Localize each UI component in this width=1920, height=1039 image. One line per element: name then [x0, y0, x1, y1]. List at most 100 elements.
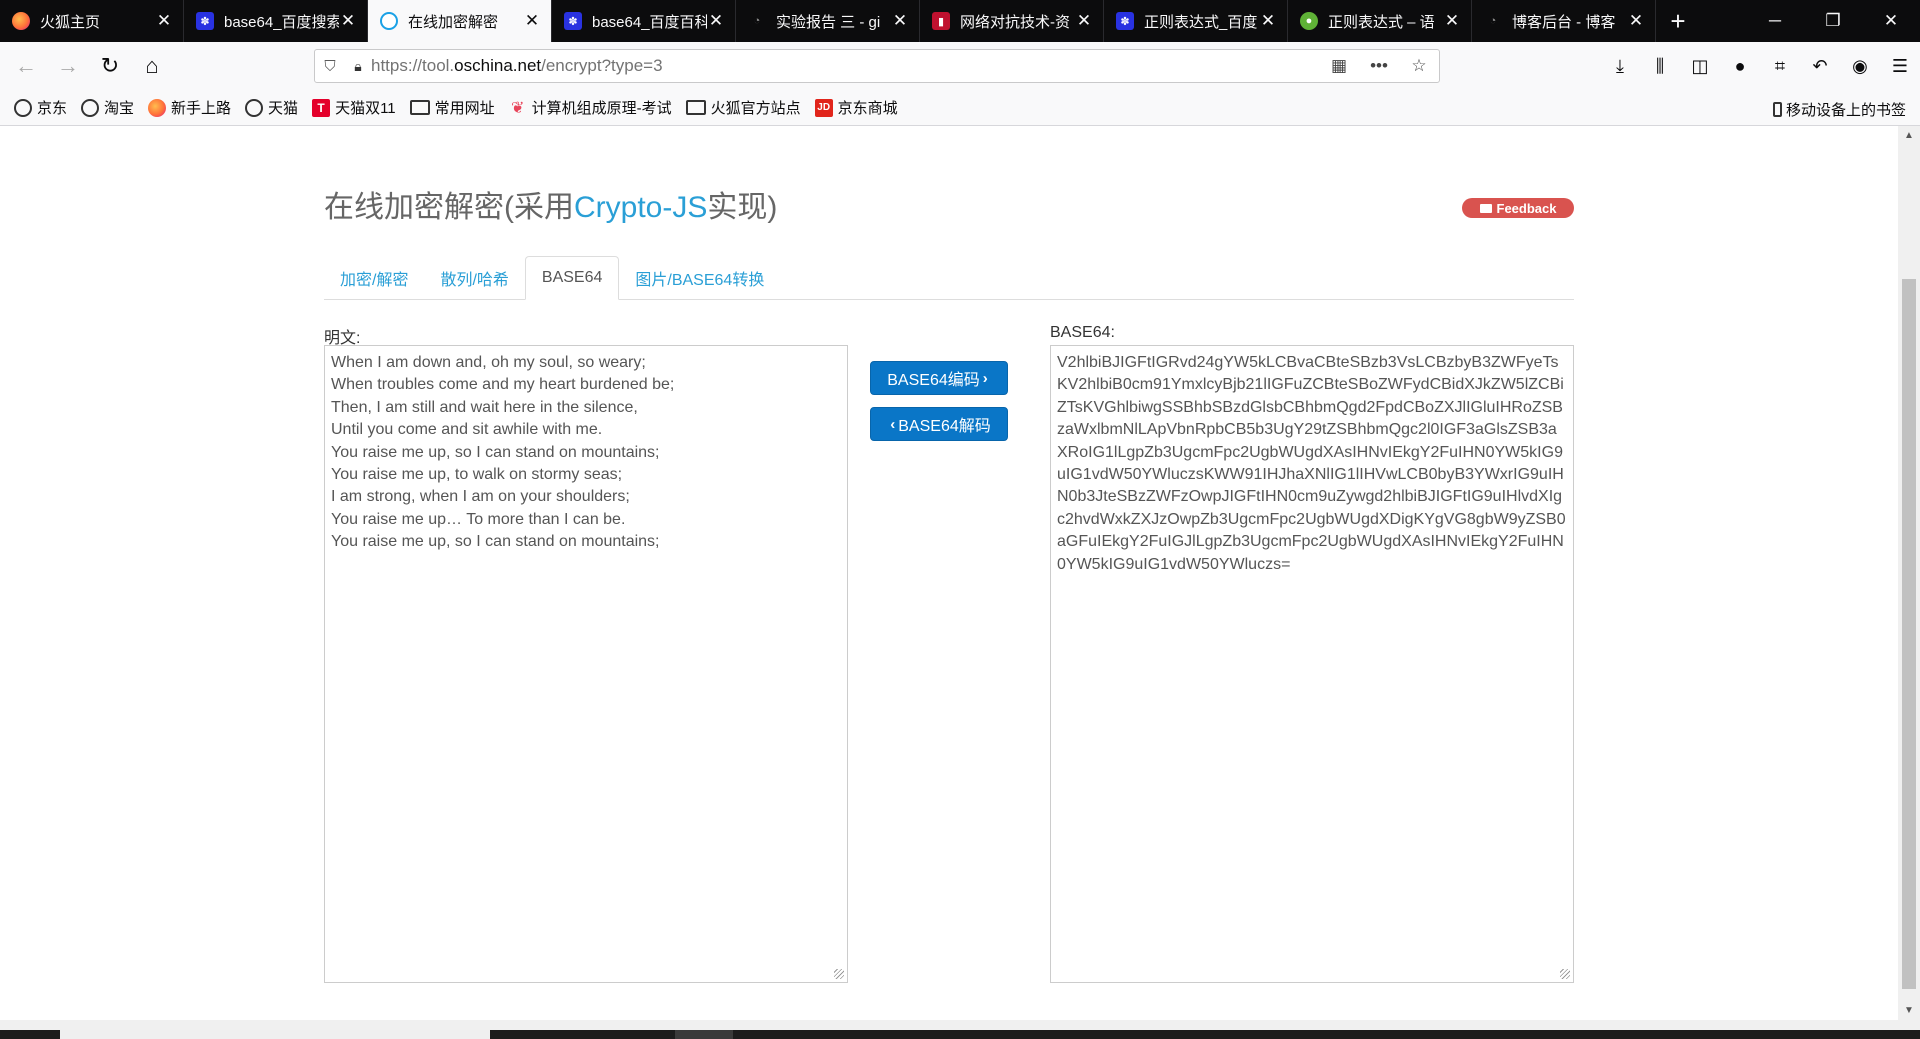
bookmarks-toolbar: 京东 淘宝 新手上路 天猫 T 天猫双11 常用网址 ❦ 计算机组成原理-考试 火狐…	[0, 90, 1920, 126]
download-icon[interactable]: ⤓	[1600, 56, 1640, 77]
base64-encode-button[interactable]: BASE64编码 ›	[870, 361, 1008, 395]
close-tab-icon[interactable]: ✕	[1259, 11, 1277, 31]
bookmark-jd-mall[interactable]: JD 京东商城	[814, 97, 898, 118]
bookmark-tmall[interactable]: 天猫	[245, 97, 298, 118]
close-tab-icon[interactable]: ✕	[1075, 11, 1093, 31]
bookmark-common-sites[interactable]: 常用网址	[409, 97, 495, 118]
globe-icon	[245, 98, 264, 117]
screenshot-icon[interactable]: ⌗	[1760, 56, 1800, 77]
tab-base64[interactable]: BASE64	[524, 256, 620, 300]
close-tab-icon[interactable]: ✕	[523, 11, 541, 31]
runoob-icon: ●	[1300, 12, 1318, 30]
plaintext-line: Until you come and sit awhile with me.	[331, 421, 603, 439]
bookmark-exam[interactable]: ❦ 计算机组成原理-考试	[509, 97, 672, 118]
tab-title: 在线加密解密	[408, 13, 499, 31]
baidu-icon: ✽	[564, 12, 582, 30]
tab-title: 实验报告 三 - gi	[776, 13, 881, 31]
taskbar-item[interactable]	[675, 1030, 733, 1039]
url-text[interactable]: https://tool.oschina.net/encrypt?type=3	[371, 56, 1319, 76]
browser-tab-encrypt[interactable]: 在线加密解密 ✕	[368, 0, 552, 42]
url-domain: oschina.net	[454, 56, 542, 75]
bookmark-getting-started[interactable]: 新手上路	[148, 97, 231, 118]
plaintext-textarea[interactable]: When I am down and, oh my soul, so weary…	[324, 345, 848, 983]
plaintext-line: I am strong, when I am on your shoulders…	[331, 488, 630, 506]
url-bar[interactable]: ⛉ 🔒︎ https://tool.oschina.net/encrypt?ty…	[314, 49, 1440, 83]
sidebar-icon[interactable]: ◫	[1680, 56, 1720, 77]
resize-grip-icon[interactable]	[1560, 969, 1570, 979]
qr-code-icon[interactable]: ▦	[1319, 56, 1359, 76]
lock-icon[interactable]: 🔒︎	[345, 58, 371, 75]
restore-icon[interactable]: ❐	[1804, 0, 1862, 42]
bookmark-taobao[interactable]: 淘宝	[81, 97, 134, 118]
home-icon[interactable]: ⌂	[132, 46, 172, 86]
toolbar-icons: ⤓ ⫼ ◫ ● ⌗ ↶ ◉ ☰	[1600, 42, 1920, 90]
back-arrow-icon[interactable]: ←	[6, 46, 46, 86]
browser-tab-network[interactable]: ▮ 网络对抗技术-资 ✕	[920, 0, 1104, 42]
bookmark-star-icon[interactable]: ☆	[1399, 56, 1439, 76]
bookmark-tmall-11[interactable]: T 天猫双11	[312, 97, 396, 118]
tab-image-base64[interactable]: 图片/BASE64转换	[619, 257, 780, 299]
new-tab-button[interactable]: +	[1656, 0, 1700, 42]
page-title: 在线加密解密(采用Crypto-JS实现)	[324, 182, 777, 226]
browser-tab-baidu-search[interactable]: ✽ base64_百度搜索 ✕	[184, 0, 368, 42]
mobile-bookmarks-label: 移动设备上的书签	[1785, 102, 1906, 119]
minimize-icon[interactable]: ─	[1746, 0, 1804, 42]
bookmark-label: 京东	[37, 100, 68, 117]
library-icon[interactable]: ⫼	[1640, 56, 1680, 77]
page-content: 在线加密解密(采用Crypto-JS实现) Feedback 加密/解密 散列/…	[0, 126, 1898, 1020]
scroll-down-icon[interactable]: ▼	[1898, 1005, 1920, 1016]
undo-icon[interactable]: ↶	[1800, 56, 1840, 77]
close-tab-icon[interactable]: ✕	[1627, 11, 1645, 31]
title-suffix: 实现)	[707, 191, 778, 224]
plaintext-line: When I am down and, oh my soul, so weary…	[331, 354, 646, 371]
close-tab-icon[interactable]: ✕	[707, 11, 725, 31]
plaintext-line: Then, I am still and wait here in the si…	[331, 398, 638, 416]
plaintext-line: You raise me up, to walk on stormy seas;	[331, 466, 623, 484]
scroll-up-icon[interactable]: ▲	[1898, 130, 1920, 141]
jd-icon: JD	[814, 98, 833, 117]
base64-decode-button[interactable]: ‹ BASE64解码	[870, 407, 1008, 441]
base64-textarea[interactable]: V2hlbiBJIGFtIGRvd24gYW5kLCBvaCBteSBzb3Vs…	[1050, 345, 1574, 983]
tab-hash[interactable]: 散列/哈希	[424, 257, 524, 299]
mobile-bookmarks[interactable]: 移动设备上的书签	[1772, 99, 1906, 120]
browser-tab-blog[interactable]: ◔ 博客后台 - 博客 ✕	[1472, 0, 1656, 42]
tracking-shield-icon[interactable]: ⛉	[315, 58, 345, 75]
tool-tabs: 加密/解密 散列/哈希 BASE64 图片/BASE64转换	[324, 256, 1574, 300]
bookmark-label: 淘宝	[104, 100, 135, 117]
envelope-icon	[1479, 203, 1492, 213]
page-scrollbar[interactable]: ▲ ▼	[1898, 126, 1920, 1020]
bookmark-jd[interactable]: 京东	[14, 97, 67, 118]
github-icon: ◔	[753, 15, 761, 27]
close-window-icon[interactable]: ✕	[1862, 0, 1920, 42]
resize-grip-icon[interactable]	[834, 969, 844, 979]
tab-title: 网络对抗技术-资	[960, 13, 1070, 31]
forward-arrow-icon[interactable]: →	[48, 46, 88, 86]
browser-tab-regex-runoob[interactable]: ● 正则表达式 – 语 ✕	[1288, 0, 1472, 42]
menu-icon[interactable]: ☰	[1880, 56, 1920, 77]
browser-tab-regex-baidu[interactable]: ✽ 正则表达式_百度 ✕	[1104, 0, 1288, 42]
account-icon[interactable]: ◉	[1840, 56, 1880, 77]
chat-icon[interactable]: ●	[1720, 56, 1760, 77]
page-actions-icon[interactable]: •••	[1359, 56, 1399, 76]
tab-title: base64_百度搜索	[224, 13, 339, 31]
baidu-icon: ✽	[196, 12, 214, 30]
folder-icon	[409, 100, 430, 115]
bookmark-firefox-site[interactable]: 火狐官方站点	[685, 97, 801, 118]
close-tab-icon[interactable]: ✕	[1443, 11, 1461, 31]
chevron-left-icon: ‹	[890, 415, 896, 433]
tmall-icon: T	[312, 98, 331, 117]
plaintext-line: You raise me up… To more than I can be.	[331, 510, 626, 528]
os-taskbar	[0, 1030, 1920, 1039]
close-tab-icon[interactable]: ✕	[339, 11, 357, 31]
taskbar-search[interactable]	[60, 1030, 490, 1039]
reload-icon[interactable]: ↻	[90, 46, 130, 86]
scrollbar-thumb[interactable]	[1902, 279, 1916, 989]
browser-tab-firefox-home[interactable]: 火狐主页 ✕	[0, 0, 184, 42]
close-tab-icon[interactable]: ✕	[891, 11, 909, 31]
close-tab-icon[interactable]: ✕	[155, 11, 173, 31]
tab-encrypt-decrypt[interactable]: 加密/解密	[324, 257, 424, 299]
baidu-icon: ✽	[1116, 12, 1134, 30]
feedback-button[interactable]: Feedback	[1462, 198, 1574, 218]
browser-tab-baidu-baike[interactable]: ✽ base64_百度百科 ✕	[552, 0, 736, 42]
browser-tab-report[interactable]: ◔ 实验报告 三 - gi ✕	[736, 0, 920, 42]
